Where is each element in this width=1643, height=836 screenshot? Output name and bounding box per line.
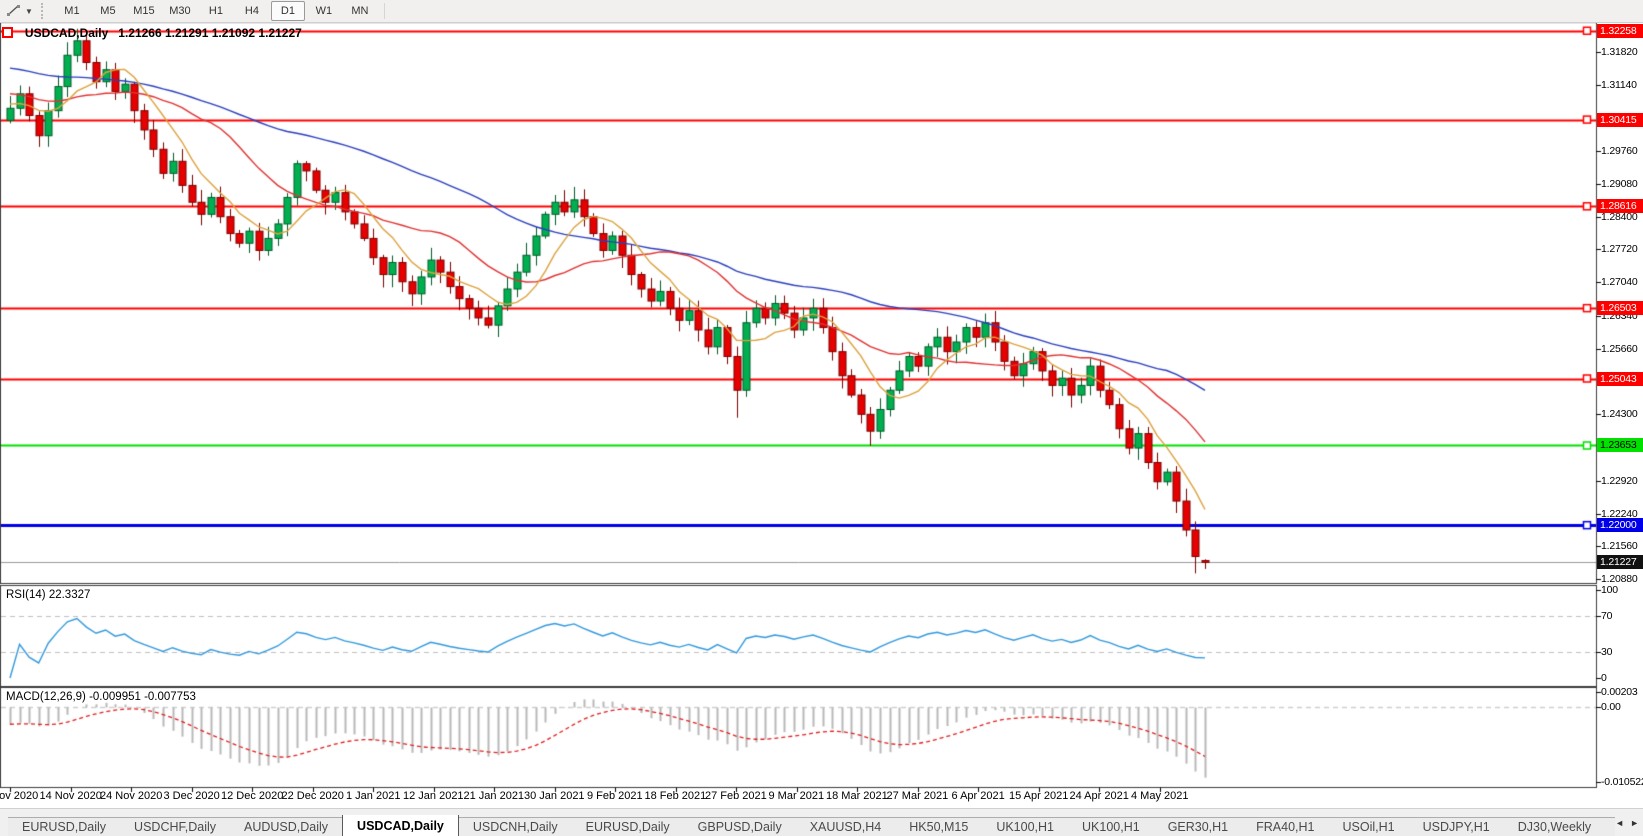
price-tick-label: 1.25660	[1601, 343, 1638, 355]
date-tick-label: 5 Nov 2020	[0, 790, 38, 802]
crosshair-tool-icon[interactable]	[3, 2, 25, 20]
price-tick-label: 1.31820	[1601, 46, 1638, 58]
date-tick-label: 24 Nov 2020	[100, 790, 162, 802]
rsi-tick-label: 70	[1601, 610, 1612, 622]
chart-tab-usoil-h1[interactable]: USOil,H1	[1329, 817, 1409, 836]
chart-tab-xauusd-h4[interactable]: XAUUSD,H4	[796, 817, 896, 836]
tab-scroll-right-icon[interactable]: ►	[1630, 818, 1639, 828]
chart-tab-bar: EURUSD,DailyUSDCHF,DailyAUDUSD,DailyUSDC…	[0, 808, 1643, 836]
chart-tab-usdcad-daily[interactable]: USDCAD,Daily	[342, 815, 459, 836]
level-price-badge: 1.28616	[1597, 199, 1643, 213]
chart-tab-fra40-h1[interactable]: FRA40,H1	[1242, 817, 1328, 836]
price-tick-label: 1.27720	[1601, 243, 1638, 255]
timeframe-button-d1[interactable]: D1	[271, 1, 305, 21]
date-tick-label: 27 Mar 2021	[887, 790, 949, 802]
chevron-down-icon[interactable]: ▼	[25, 7, 33, 16]
level-price-badge: 1.25043	[1597, 372, 1643, 386]
chart-tab-uk100-h1[interactable]: UK100,H1	[982, 817, 1068, 836]
timeframe-button-h4[interactable]: H4	[235, 1, 269, 21]
date-tick-label: 1 Jan 2021	[346, 790, 400, 802]
timeframe-buttons: M1M5M15M30H1H4D1W1MN	[54, 1, 378, 21]
date-tick-label: 9 Mar 2021	[769, 790, 825, 802]
date-tick-label: 12 Jan 2021	[403, 790, 464, 802]
macd-indicator-label: MACD(12,26,9) -0.009951 -0.007753	[6, 691, 196, 703]
chart-tab-audusd-daily[interactable]: AUDUSD,Daily	[230, 817, 342, 836]
level-price-badge: 1.23653	[1597, 438, 1643, 452]
chart-tab-ger30-h1[interactable]: GER30,H1	[1154, 817, 1242, 836]
date-tick-label: 21 Jan 2021	[464, 790, 525, 802]
chart-tab-uk100-h1[interactable]: UK100,H1	[1068, 817, 1154, 836]
toolbar-separator	[384, 3, 385, 19]
macd-tick-label: -0.010522	[1601, 776, 1643, 788]
date-tick-label: 22 Dec 2020	[282, 790, 344, 802]
timeframe-toolbar: ▼ M1M5M15M30H1H4D1W1MN	[0, 0, 1643, 23]
price-tick-label: 1.31140	[1601, 79, 1637, 91]
timeframe-button-m1[interactable]: M1	[55, 1, 89, 21]
rsi-tick-label: 100	[1601, 584, 1618, 596]
price-tick-label: 1.21560	[1601, 540, 1638, 552]
level-price-badge: 1.22000	[1597, 518, 1643, 532]
level-price-badge: 1.32258	[1597, 24, 1643, 38]
date-tick-label: 12 Dec 2020	[221, 790, 283, 802]
date-tick-label: 14 Nov 2020	[40, 790, 102, 802]
level-price-badge: 1.26503	[1597, 301, 1643, 315]
date-tick-label: 6 Apr 2021	[952, 790, 1005, 802]
date-tick-label: 27 Feb 2021	[705, 790, 767, 802]
rsi-tick-label: 30	[1601, 646, 1612, 658]
macd-tick-label: 0.00203	[1601, 686, 1638, 698]
date-tick-label: 3 Dec 2020	[164, 790, 220, 802]
rsi-indicator-label: RSI(14) 22.3327	[6, 589, 90, 601]
chart-title: ▼ USDCAD,Daily 1.21266 1.21291 1.21092 1…	[6, 26, 302, 40]
chart-tab-china300-h1[interactable]: CHINA300,H1	[1605, 817, 1615, 836]
timeframe-button-m15[interactable]: M15	[127, 1, 161, 21]
date-tick-label: 15 Apr 2021	[1009, 790, 1068, 802]
timeframe-button-mn[interactable]: MN	[343, 1, 377, 21]
date-tick-label: 4 May 2021	[1131, 790, 1188, 802]
price-tick-label: 1.24300	[1601, 408, 1638, 420]
price-tick-label: 1.22920	[1601, 475, 1638, 487]
chart-tab-usdcnh-daily[interactable]: USDCNH,Daily	[459, 817, 572, 836]
level-price-badge: 1.30415	[1597, 113, 1643, 127]
date-tick-label: 9 Feb 2021	[587, 790, 643, 802]
trendline-anchor-marker[interactable]	[2, 27, 13, 38]
chart-tabs: EURUSD,DailyUSDCHF,DailyAUDUSD,DailyUSDC…	[8, 815, 1615, 836]
date-tick-label: 18 Feb 2021	[645, 790, 707, 802]
chart-tab-usdchf-daily[interactable]: USDCHF,Daily	[120, 817, 230, 836]
mt4-window: ▼ M1M5M15M30H1H4D1W1MN ▼ USDCAD,Daily 1.…	[0, 0, 1643, 836]
chart-tab-hk50-m15[interactable]: HK50,M15	[895, 817, 982, 836]
chart-tab-gbpusd-daily[interactable]: GBPUSD,Daily	[684, 817, 796, 836]
date-tick-label: 30 Jan 2021	[524, 790, 585, 802]
timeframe-button-m30[interactable]: M30	[163, 1, 197, 21]
price-tick-label: 1.29760	[1601, 145, 1638, 157]
chart-tab-usdjpy-h1[interactable]: USDJPY,H1	[1409, 817, 1504, 836]
tab-scroll-arrows: ◄ ►	[1615, 818, 1639, 828]
chart-tab-dj30-weekly[interactable]: DJ30,Weekly	[1504, 817, 1605, 836]
chart-symbol-label: USDCAD,Daily	[25, 26, 108, 40]
timeframe-button-w1[interactable]: W1	[307, 1, 341, 21]
date-tick-label: 18 Mar 2021	[826, 790, 888, 802]
price-tick-label: 1.29080	[1601, 178, 1638, 190]
timeframe-button-h1[interactable]: H1	[199, 1, 233, 21]
date-tick-label: 24 Apr 2021	[1070, 790, 1129, 802]
rsi-tick-label: 0	[1601, 672, 1607, 684]
tab-scroll-left-icon[interactable]: ◄	[1615, 818, 1624, 828]
chart-ohlc-values: 1.21266 1.21291 1.21092 1.21227	[118, 26, 302, 40]
chart-tab-eurusd-daily[interactable]: EURUSD,Daily	[572, 817, 684, 836]
macd-tick-label: 0.00	[1601, 701, 1621, 713]
price-tick-label: 1.27040	[1601, 276, 1638, 288]
chart-tab-eurusd-daily[interactable]: EURUSD,Daily	[8, 817, 120, 836]
current-price-badge: 1.21227	[1597, 555, 1643, 569]
price-chart-canvas[interactable]	[0, 0, 1643, 836]
timeframe-button-m5[interactable]: M5	[91, 1, 125, 21]
toolbar-grip[interactable]	[41, 3, 48, 19]
